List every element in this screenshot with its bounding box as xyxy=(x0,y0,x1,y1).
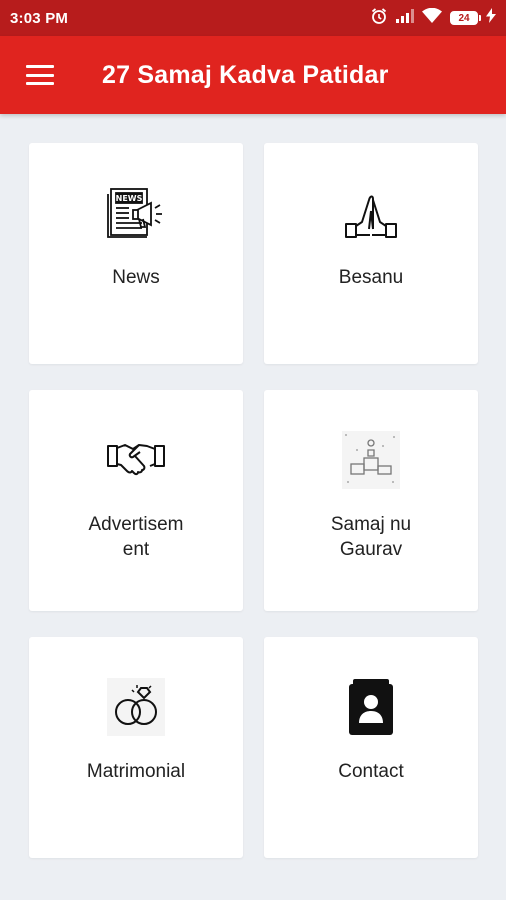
matrimonial-card[interactable]: Matrimonial xyxy=(29,637,243,858)
besanu-label: Besanu xyxy=(338,267,404,288)
podium-icon xyxy=(341,430,401,490)
news-card[interactable]: NEWS News xyxy=(29,143,243,364)
wedding-rings-icon xyxy=(106,677,166,737)
menu-grid: NEWS News Besanu Advertisem ent Samaj nu… xyxy=(0,114,506,900)
status-bar: 3:03 PM 24 xyxy=(0,0,506,36)
svg-text:NEWS: NEWS xyxy=(116,194,143,203)
handshake-icon xyxy=(106,430,166,490)
contact-label: Contact xyxy=(338,761,404,782)
contact-card[interactable]: Contact xyxy=(264,637,478,858)
newspaper-icon: NEWS xyxy=(106,183,166,243)
news-label: News xyxy=(112,267,160,288)
wifi-icon xyxy=(422,7,442,28)
app-bar: 27 Samaj Kadva Patidar xyxy=(0,36,506,114)
signal-icon xyxy=(396,8,414,28)
samaj-nu-gaurav-label: Samaj nu Gaurav xyxy=(330,514,412,560)
battery-icon: 24 xyxy=(450,11,481,25)
besanu-card[interactable]: Besanu xyxy=(264,143,478,364)
page-title: 27 Samaj Kadva Patidar xyxy=(102,60,389,89)
samaj-nu-gaurav-card[interactable]: Samaj nu Gaurav xyxy=(264,390,478,611)
advertisement-label: Advertisem ent xyxy=(88,514,184,560)
advertisement-card[interactable]: Advertisem ent xyxy=(29,390,243,611)
hamburger-menu-icon[interactable] xyxy=(26,65,54,85)
alarm-icon xyxy=(370,7,388,30)
charging-icon xyxy=(486,8,496,28)
praying-hands-icon xyxy=(341,183,401,243)
status-time: 3:03 PM xyxy=(10,9,69,27)
status-icons: 24 xyxy=(370,7,496,30)
matrimonial-label: Matrimonial xyxy=(86,761,186,782)
contact-book-icon xyxy=(341,677,401,737)
